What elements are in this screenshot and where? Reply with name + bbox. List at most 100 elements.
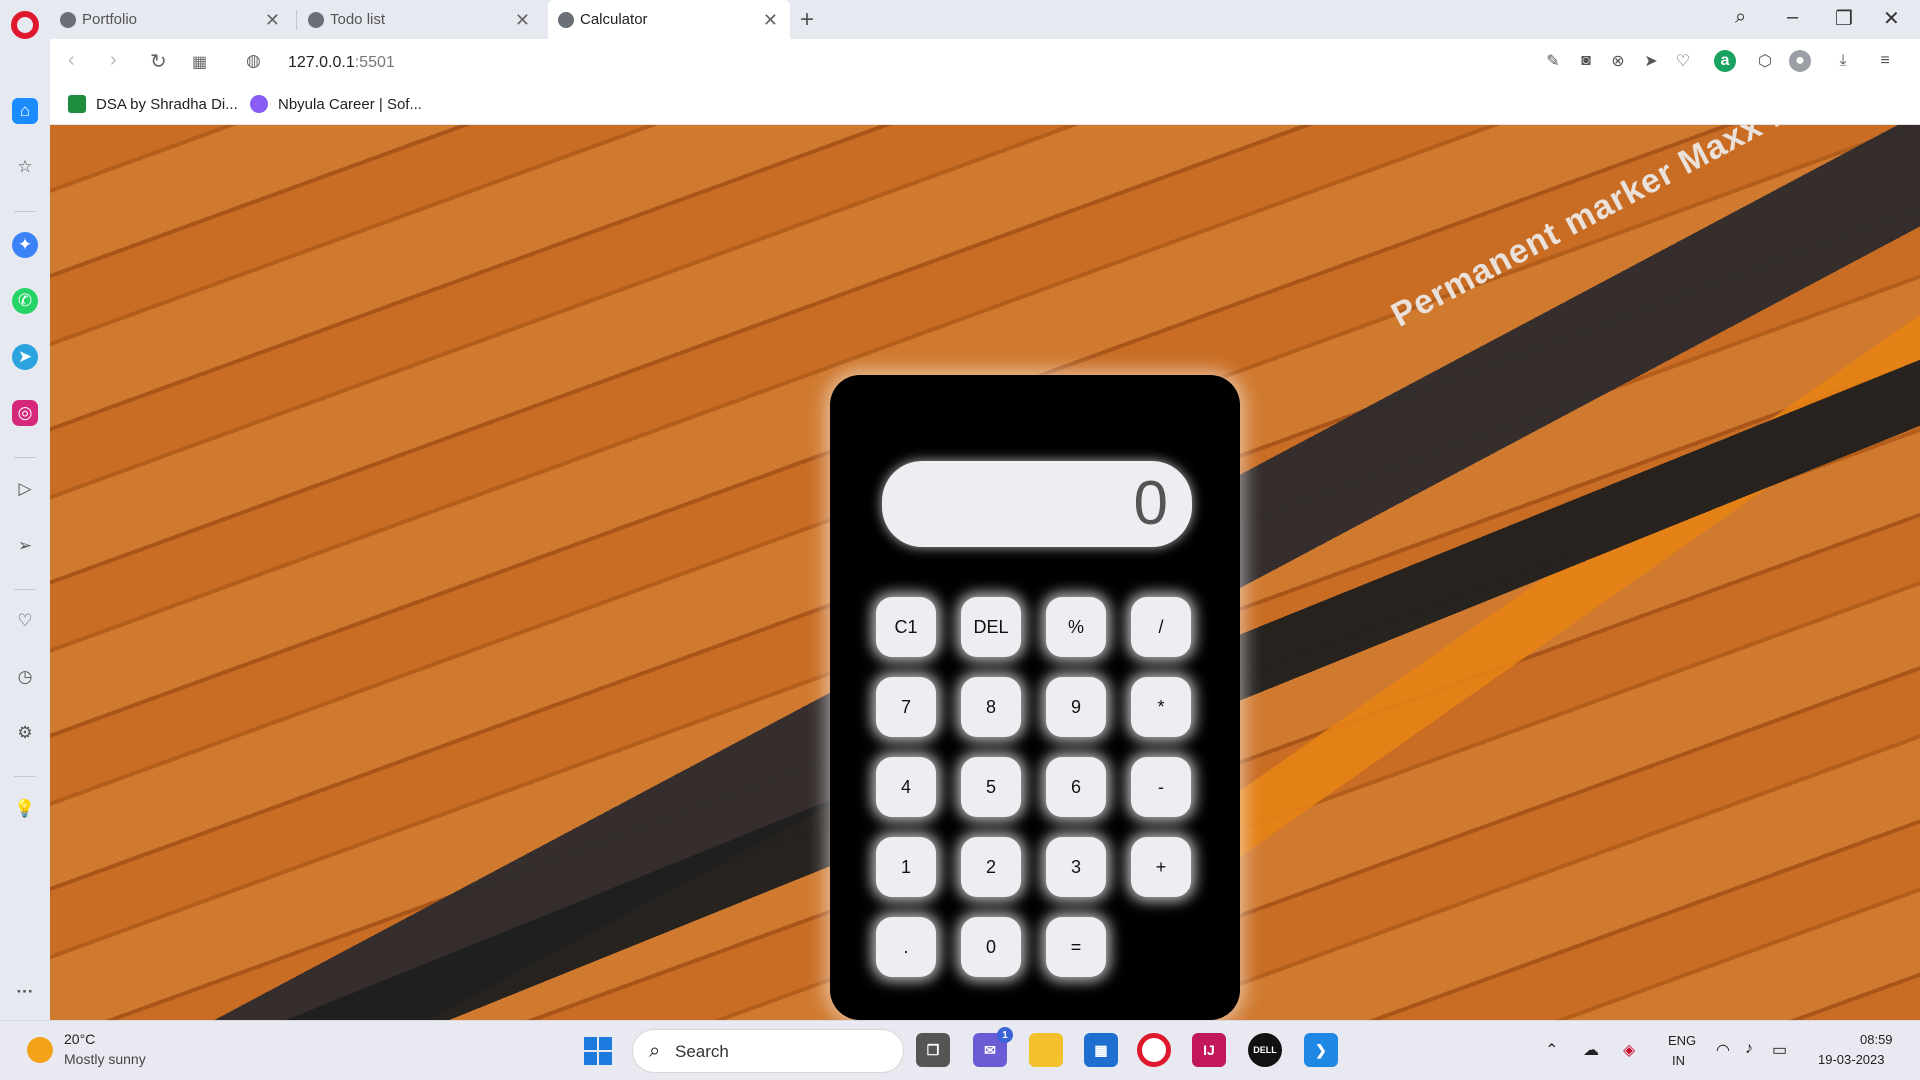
search-icon: ⌕ [649,1040,661,1062]
search-label: Search [675,1042,729,1061]
weather-desc[interactable]: Mostly sunny [64,1051,146,1067]
intellij-icon[interactable]: IJ [1192,1033,1226,1067]
windows-start-icon[interactable] [584,1037,612,1065]
bookmarks-bar: DSA by Shradha Di... Nbyula Career | Sof… [50,87,1920,125]
background-photo-text: Permanent marker Maxx 160 [1384,125,1831,335]
key-6[interactable]: 6 [1046,757,1106,817]
weather-sun-icon[interactable] [27,1037,53,1063]
url-field[interactable]: 127.0.0.1:5501 [288,54,395,72]
key-equals[interactable]: = [1046,917,1106,977]
speed-dial-icon[interactable]: ☆ [12,154,38,180]
key-4[interactable]: 4 [876,757,936,817]
dell-icon[interactable]: DELL [1248,1033,1282,1067]
settings-icon[interactable]: ⚙ [12,720,38,746]
heart-icon[interactable]: ♡ [12,608,38,634]
opera-taskbar-icon[interactable] [1137,1033,1171,1067]
language-top[interactable]: ENG [1668,1033,1696,1048]
key-8[interactable]: 8 [961,677,1021,737]
opera-logo-icon[interactable] [11,11,39,39]
search-tabs-icon[interactable]: ⌕ [1735,6,1746,29]
key-7[interactable]: 7 [876,677,936,737]
messenger-icon[interactable]: ✦ [12,232,38,258]
tab-todo-list[interactable]: Todo list ✕ [298,0,542,39]
key-9[interactable]: 9 [1046,677,1106,737]
key-plus[interactable]: + [1131,837,1191,897]
close-icon[interactable]: ✕ [515,10,530,31]
edit-icon[interactable]: ✎ [1542,50,1564,72]
weather-temp[interactable]: 20°C [64,1031,95,1047]
clock-time[interactable]: 08:59 [1860,1032,1893,1047]
battery-icon[interactable]: ▭ [1772,1040,1787,1060]
bookmark-label: Nbyula Career | Sof... [278,95,422,113]
key-percent[interactable]: % [1046,597,1106,657]
send-icon[interactable]: ➤ [1640,50,1662,72]
key-1[interactable]: 1 [876,837,936,897]
store-icon[interactable]: ▦ [1084,1033,1118,1067]
profile-icon[interactable]: ● [1789,50,1811,72]
close-icon[interactable]: ✕ [763,10,778,31]
minimize-icon[interactable]: – [1787,6,1798,29]
key-0[interactable]: 0 [961,917,1021,977]
back-icon[interactable]: ‹ [68,49,75,72]
close-icon[interactable]: ✕ [265,10,280,31]
cloud-icon[interactable]: ☁ [1583,1040,1599,1060]
task-view-icon[interactable]: ❐ [916,1033,950,1067]
key-minus[interactable]: - [1131,757,1191,817]
key-5[interactable]: 5 [961,757,1021,817]
forward-icon[interactable]: › [110,49,117,72]
mcafee-icon[interactable]: ◈ [1623,1040,1635,1060]
language-bottom[interactable]: IN [1672,1053,1685,1068]
whatsapp-icon[interactable]: ✆ [12,288,38,314]
tab-calculator[interactable]: Calculator ✕ [548,0,790,39]
calculator-display: 0 [882,461,1192,547]
site-info-icon[interactable]: ◍ [246,51,261,71]
address-bar-row: ‹ › ↻ ▦ ◍ 127.0.0.1:5501 ✎ ◙ ⊗ ➤ ♡ a ⬡ ●… [50,39,1920,87]
heart-icon[interactable]: ♡ [1672,50,1694,72]
tab-portfolio[interactable]: Portfolio ✕ [50,0,292,39]
settings-sliders-icon[interactable]: ≡ [1874,50,1896,72]
file-explorer-icon[interactable] [1029,1033,1063,1067]
volume-icon[interactable]: ♪ [1745,1040,1753,1058]
chat-icon[interactable]: ✉ 1 [973,1027,1013,1067]
cube-icon[interactable]: ⬡ [1754,50,1776,72]
sidebar-divider [14,457,36,458]
new-tab-button[interactable]: + [800,6,814,34]
tabs-grid-icon[interactable]: ▦ [192,52,207,72]
history-icon[interactable]: ◷ [12,664,38,690]
sidebar-divider [14,776,36,777]
key-decimal[interactable]: . [876,917,936,977]
clock-date[interactable]: 19-03-2023 [1818,1052,1885,1067]
nbyula-icon [250,95,268,113]
key-c1[interactable]: C1 [876,597,936,657]
key-2[interactable]: 2 [961,837,1021,897]
restore-icon[interactable]: ❐ [1835,6,1853,31]
taskbar-search[interactable]: ⌕ Search [632,1029,904,1073]
key-del[interactable]: DEL [961,597,1021,657]
key-divide[interactable]: / [1131,597,1191,657]
vscode-icon[interactable]: ❯ [1304,1033,1338,1067]
browser-titlebar: Portfolio ✕ Todo list ✕ Calculator ✕ + ⌕… [0,0,1920,39]
key-multiply[interactable]: * [1131,677,1191,737]
more-icon[interactable]: ··· [12,979,38,1005]
instagram-icon[interactable]: ◎ [12,400,38,426]
send-icon[interactable]: ➢ [12,533,38,559]
player-icon[interactable]: ▷ [12,476,38,502]
sheets-icon [68,95,86,113]
reload-icon[interactable]: ↻ [150,49,167,74]
camera-icon[interactable]: ◙ [1575,50,1597,72]
bookmark-label: DSA by Shradha Di... [96,95,238,113]
key-3[interactable]: 3 [1046,837,1106,897]
close-window-icon[interactable]: ✕ [1883,6,1900,31]
globe-icon [558,11,574,28]
bookmark-dsa[interactable]: DSA by Shradha Di... [68,95,238,113]
download-icon[interactable]: ⤓ [1832,50,1854,72]
home-icon[interactable]: ⌂ [12,98,38,124]
bookmark-nbyula[interactable]: Nbyula Career | Sof... [250,95,422,113]
extension-a-icon[interactable]: a [1714,50,1736,72]
windows-taskbar: 20°C Mostly sunny ⌕ Search ❐ ✉ 1 ▦ IJ DEL… [0,1020,1920,1080]
lightbulb-icon[interactable]: 💡 [12,796,38,822]
wifi-icon[interactable]: ◠ [1716,1040,1730,1060]
telegram-icon[interactable]: ➤ [12,344,38,370]
chevron-up-icon[interactable]: ⌃ [1545,1040,1558,1060]
block-icon[interactable]: ⊗ [1607,50,1629,72]
